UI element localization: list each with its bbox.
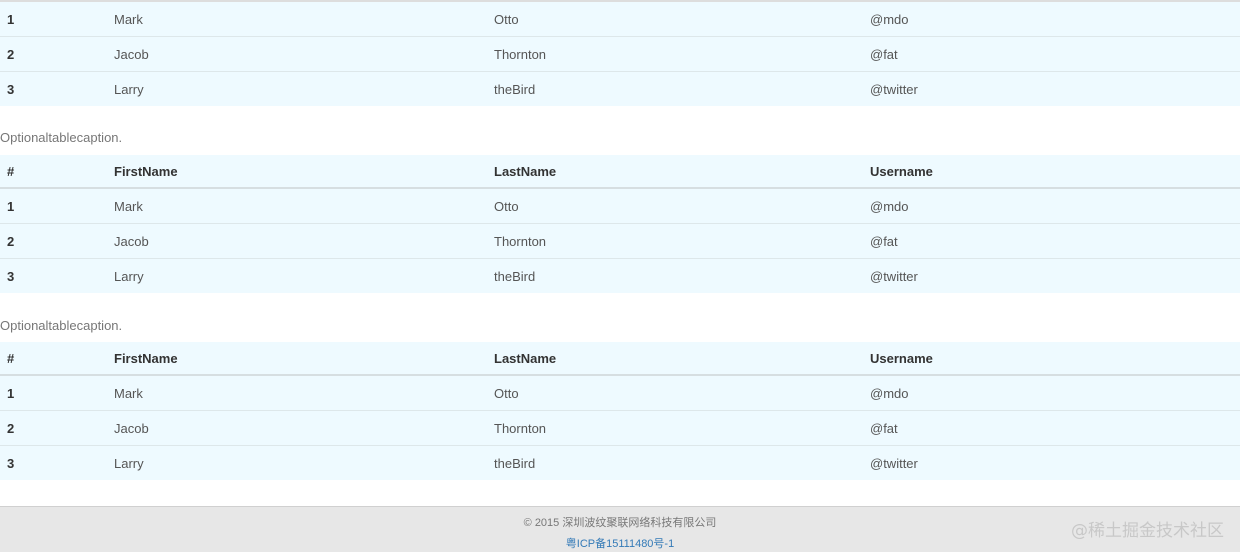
cell-number: 2 xyxy=(0,36,107,72)
cell-number: 2 xyxy=(0,410,107,446)
cell-username: @fat xyxy=(863,410,1240,446)
cell-username: @fat xyxy=(863,223,1240,259)
table-2: # FirstName LastName Username 1 Mark Ott… xyxy=(0,155,1240,293)
cell-username: @mdo xyxy=(863,188,1240,224)
cell-first-name: Mark xyxy=(107,375,487,411)
header-first-name: FirstName xyxy=(107,342,487,376)
header-number: # xyxy=(0,155,107,189)
table-row: 1 Mark Otto @mdo xyxy=(0,2,1240,37)
copyright-text: © 2015 深圳波纹聚联网络科技有限公司 xyxy=(523,517,717,529)
table-1: 1 Mark Otto @mdo 2 Jacob Thornton @fat 3… xyxy=(0,2,1240,106)
header-first-name: FirstName xyxy=(107,155,487,189)
table-row: 2 Jacob Thornton @fat xyxy=(0,223,1240,259)
header-username: Username xyxy=(863,155,1240,189)
cell-last-name: Thornton xyxy=(487,36,863,72)
cell-first-name: Jacob xyxy=(107,36,487,72)
header-last-name: LastName xyxy=(487,155,863,189)
cell-username: @twitter xyxy=(863,71,1240,106)
cell-number: 3 xyxy=(0,445,107,480)
table-header-row: # FirstName LastName Username xyxy=(0,342,1240,376)
header-last-name: LastName xyxy=(487,342,863,376)
cell-first-name: Jacob xyxy=(107,223,487,259)
watermark-text: @稀土掘金技术社区 xyxy=(1071,521,1224,541)
table-row: 3 Larry theBird @twitter xyxy=(0,71,1240,106)
cell-number: 2 xyxy=(0,223,107,259)
table-header-row: # FirstName LastName Username xyxy=(0,155,1240,189)
cell-first-name: Larry xyxy=(107,71,487,106)
cell-last-name: Otto xyxy=(487,2,863,37)
cell-last-name: Thornton xyxy=(487,223,863,259)
table-row: 2 Jacob Thornton @fat xyxy=(0,36,1240,72)
table-caption: Optionaltablecaption. xyxy=(0,318,123,333)
page-footer: © 2015 深圳波纹聚联网络科技有限公司 粤ICP备15111480号-1 @… xyxy=(0,506,1240,552)
page: 1 Mark Otto @mdo 2 Jacob Thornton @fat 3… xyxy=(0,0,1240,552)
table-row: 3 Larry theBird @twitter xyxy=(0,445,1240,480)
cell-last-name: theBird xyxy=(487,71,863,106)
cell-first-name: Larry xyxy=(107,258,487,293)
table-row: 2 Jacob Thornton @fat xyxy=(0,410,1240,446)
cell-username: @mdo xyxy=(863,375,1240,411)
cell-last-name: theBird xyxy=(487,445,863,480)
cell-first-name: Mark xyxy=(107,188,487,224)
cell-number: 1 xyxy=(0,2,107,37)
cell-last-name: Thornton xyxy=(487,410,863,446)
cell-number: 3 xyxy=(0,71,107,106)
header-username: Username xyxy=(863,342,1240,376)
cell-username: @twitter xyxy=(863,258,1240,293)
table-row: 1 Mark Otto @mdo xyxy=(0,375,1240,411)
cell-last-name: theBird xyxy=(487,258,863,293)
cell-first-name: Jacob xyxy=(107,410,487,446)
cell-number: 1 xyxy=(0,375,107,411)
cell-number: 3 xyxy=(0,258,107,293)
cell-number: 1 xyxy=(0,188,107,224)
cell-first-name: Mark xyxy=(107,2,487,37)
cell-first-name: Larry xyxy=(107,445,487,480)
cell-username: @mdo xyxy=(863,2,1240,37)
table-row: 3 Larry theBird @twitter xyxy=(0,258,1240,293)
cell-last-name: Otto xyxy=(487,375,863,411)
table-row: 1 Mark Otto @mdo xyxy=(0,188,1240,224)
cell-last-name: Otto xyxy=(487,188,863,224)
table-caption: Optionaltablecaption. xyxy=(0,130,123,145)
header-number: # xyxy=(0,342,107,376)
cell-username: @twitter xyxy=(863,445,1240,480)
cell-username: @fat xyxy=(863,36,1240,72)
icp-license-link[interactable]: 粤ICP备15111480号-1 xyxy=(0,535,1240,551)
table-3: # FirstName LastName Username 1 Mark Ott… xyxy=(0,342,1240,480)
